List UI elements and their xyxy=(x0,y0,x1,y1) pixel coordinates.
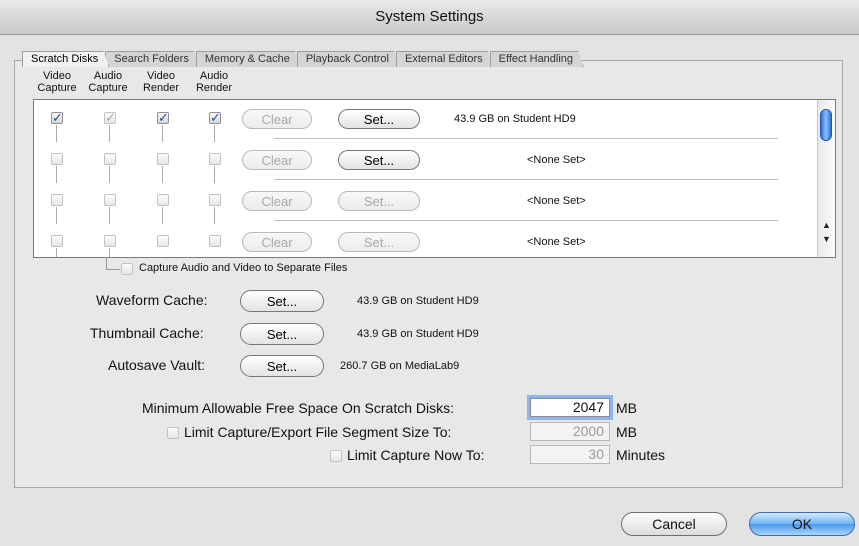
tab-effect-handling[interactable]: Effect Handling xyxy=(490,51,584,67)
set-button[interactable]: Set... xyxy=(338,232,420,252)
column-header-video-capture: Video Capture xyxy=(37,70,77,94)
scratch-disk-row: Clear Set... <None Set> xyxy=(34,141,818,183)
cancel-button[interactable]: Cancel xyxy=(621,512,727,536)
clear-button[interactable]: Clear xyxy=(242,109,312,129)
limit-segment-input[interactable]: 2000 xyxy=(530,422,610,441)
video-render-checkbox[interactable] xyxy=(157,235,169,247)
tab-external-editors[interactable]: External Editors xyxy=(396,51,494,67)
tab-playback-control[interactable]: Playback Control xyxy=(297,51,400,67)
scratch-disk-row: ✓ ✓ ✓ ✓ Clear Set... 43.9 GB on Student … xyxy=(34,100,818,142)
autosave-vault-set-button[interactable]: Set... xyxy=(240,355,324,377)
audio-capture-checkbox[interactable] xyxy=(104,153,116,165)
disk-info: 43.9 GB on Student HD9 xyxy=(454,113,576,125)
disk-info: <None Set> xyxy=(527,236,586,248)
tab-search-folders[interactable]: Search Folders xyxy=(105,51,200,67)
row-divider xyxy=(274,179,778,180)
connector-line xyxy=(214,166,215,183)
audio-capture-checkbox[interactable] xyxy=(104,194,116,206)
audio-render-checkbox[interactable]: ✓ xyxy=(209,111,221,124)
audio-render-checkbox[interactable] xyxy=(209,235,221,247)
clear-button[interactable]: Clear xyxy=(242,191,312,211)
connector-line xyxy=(109,207,110,224)
disk-info: <None Set> xyxy=(527,195,586,207)
window-title: System Settings xyxy=(0,0,859,35)
scroll-thumb[interactable] xyxy=(820,109,832,141)
thumbnail-cache-set-button[interactable]: Set... xyxy=(240,323,324,345)
row-divider xyxy=(274,220,778,221)
audio-render-checkbox[interactable] xyxy=(209,153,221,165)
connector-line xyxy=(109,166,110,183)
scroll-up-arrow-icon[interactable]: ▲ xyxy=(818,218,835,232)
clear-button[interactable]: Clear xyxy=(242,150,312,170)
video-capture-checkbox[interactable]: ✓ xyxy=(51,111,63,124)
thumbnail-cache-info: 43.9 GB on Student HD9 xyxy=(357,328,479,340)
min-free-space-label: Minimum Allowable Free Space On Scratch … xyxy=(142,400,454,416)
connector-line xyxy=(106,269,120,270)
connector-line xyxy=(56,207,57,224)
column-header-video-render: Video Render xyxy=(142,70,180,94)
scroll-down-arrow-icon[interactable]: ▼ xyxy=(818,232,835,246)
scratch-disk-row: Clear Set... <None Set> xyxy=(34,223,818,257)
column-header-audio-capture: Audio Capture xyxy=(88,70,128,94)
connector-line xyxy=(109,248,110,257)
limit-segment-checkbox[interactable] xyxy=(167,427,179,439)
min-free-space-unit: MB xyxy=(616,400,637,416)
min-free-space-input[interactable]: 2047 xyxy=(530,398,610,417)
separate-files-label: Capture Audio and Video to Separate File… xyxy=(139,262,348,274)
audio-capture-checkbox[interactable]: ✓ xyxy=(104,111,116,124)
set-button[interactable]: Set... xyxy=(338,109,420,129)
connector-line xyxy=(162,125,163,142)
video-capture-checkbox[interactable] xyxy=(51,194,63,206)
connector-line xyxy=(162,166,163,183)
ok-button[interactable]: OK xyxy=(749,512,855,536)
clear-button[interactable]: Clear xyxy=(242,232,312,252)
waveform-cache-info: 43.9 GB on Student HD9 xyxy=(357,295,479,307)
tab-scratch-disks[interactable]: Scratch Disks xyxy=(22,51,109,67)
limit-capture-unit: Minutes xyxy=(616,447,666,463)
autosave-vault-info: 260.7 GB on MediaLab9 xyxy=(340,360,460,372)
waveform-cache-label: Waveform Cache: xyxy=(96,292,208,308)
connector-line xyxy=(162,207,163,224)
set-button[interactable]: Set... xyxy=(338,191,420,211)
video-capture-checkbox[interactable] xyxy=(51,153,63,165)
waveform-cache-set-button[interactable]: Set... xyxy=(240,290,324,312)
scratch-disk-row: Clear Set... <None Set> xyxy=(34,182,818,224)
connector-line xyxy=(214,207,215,224)
scratch-disk-list: ✓ ✓ ✓ ✓ Clear Set... 43.9 GB on Student … xyxy=(33,99,836,258)
connector-line xyxy=(56,166,57,183)
video-render-checkbox[interactable]: ✓ xyxy=(157,111,169,124)
thumbnail-cache-label: Thumbnail Cache: xyxy=(90,325,204,341)
connector-line xyxy=(106,257,107,269)
row-divider xyxy=(274,138,778,139)
autosave-vault-label: Autosave Vault: xyxy=(108,357,206,373)
connector-line xyxy=(56,125,57,142)
limit-segment-label: Limit Capture/Export File Segment Size T… xyxy=(184,424,452,440)
column-header-audio-render: Audio Render xyxy=(195,70,233,94)
video-render-checkbox[interactable] xyxy=(157,153,169,165)
set-button[interactable]: Set... xyxy=(338,150,420,170)
connector-line xyxy=(109,125,110,142)
limit-capture-label: Limit Capture Now To: xyxy=(347,447,485,463)
video-capture-checkbox[interactable] xyxy=(51,235,63,247)
audio-render-checkbox[interactable] xyxy=(209,194,221,206)
limit-capture-input[interactable]: 30 xyxy=(530,445,610,464)
tab-bar: Scratch Disks Search Folders Memory & Ca… xyxy=(22,51,580,67)
disk-info: <None Set> xyxy=(527,154,586,166)
limit-capture-checkbox[interactable] xyxy=(330,450,342,462)
connector-line xyxy=(214,125,215,142)
tab-memory-cache[interactable]: Memory & Cache xyxy=(196,51,301,67)
video-render-checkbox[interactable] xyxy=(157,194,169,206)
vertical-scrollbar[interactable]: ▲ ▼ xyxy=(817,100,835,257)
limit-segment-unit: MB xyxy=(616,424,637,440)
audio-capture-checkbox[interactable] xyxy=(104,235,116,247)
separate-files-checkbox[interactable] xyxy=(121,263,133,275)
connector-line xyxy=(56,248,57,257)
